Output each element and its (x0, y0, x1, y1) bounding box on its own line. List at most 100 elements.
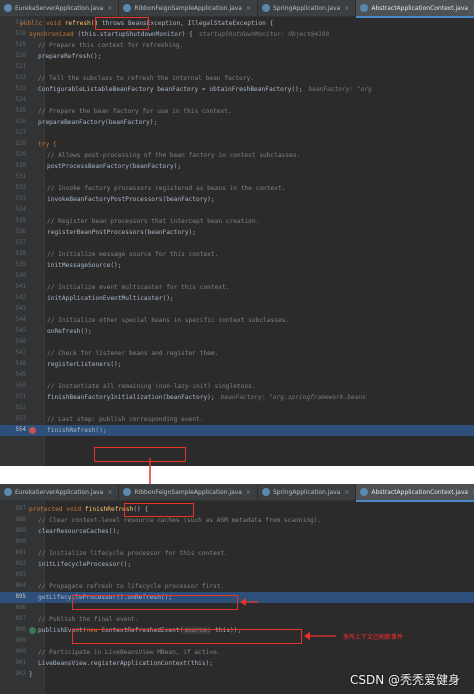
code-comment: // Initialize other special beans in spe… (47, 317, 290, 324)
code-line: 532 // Invoke factory processors register… (0, 183, 474, 194)
code-text: // Instantiate all remaining (non-lazy-i… (47, 381, 256, 392)
line-number: 533 (15, 196, 26, 202)
code-comment: // Prepare the bean factory for use in t… (38, 108, 232, 115)
code-text: clearResourceCaches(); (38, 526, 120, 537)
java-class-icon (4, 4, 12, 12)
code-comment: // Check for listener beans and register… (47, 350, 219, 357)
finish-refresh-sig-box (124, 503, 194, 517)
line-number: 530 (15, 163, 26, 169)
code-line: 549 (0, 370, 474, 381)
close-icon[interactable]: × (344, 5, 349, 12)
tab-label: AbstractApplicationContext.java (371, 4, 469, 12)
on-refresh-highlight-box (72, 595, 238, 610)
code-text: finishBeanFactoryInitialization(beanFact… (47, 392, 366, 403)
method-call: finishBeanFactoryInitialization(beanFact… (47, 394, 215, 401)
tab-3[interactable]: AbstractApplicationContext.java× (356, 484, 474, 502)
sync-expression: (this.startupShutdownMonitor) { (73, 31, 193, 38)
publish-event-annotation: 发布上下文已刷新事件 (343, 634, 404, 641)
tab-2[interactable]: SpringApplication.java × (258, 484, 357, 500)
code-text: // Initialize event multicaster for this… (47, 282, 230, 293)
java-class-icon (123, 4, 132, 12)
line-number: 887 (15, 506, 26, 512)
line-number: 545 (15, 328, 26, 334)
line-number: 890 (15, 539, 26, 545)
line-number: 898 (15, 627, 26, 633)
line-number: 902 (15, 671, 26, 677)
on-refresh-arrow (240, 598, 258, 606)
code-line: 548 registerListeners(); (0, 359, 474, 370)
code-line: 892 initLifecycleProcessor(); (0, 559, 474, 570)
close-icon[interactable]: × (107, 489, 112, 496)
close-icon[interactable]: × (107, 5, 112, 12)
finish-refresh-highlight-box (94, 447, 186, 462)
line-number: 520 (15, 53, 26, 59)
line-number: 528 (15, 141, 26, 147)
line-number: 542 (15, 295, 26, 301)
code-area[interactable]: 887 protected void finishRefresh() { 888 //… (0, 504, 474, 680)
code-line: 887 protected void finishRefresh() { (0, 504, 474, 515)
code-line: 554 finishRefresh(); (0, 425, 474, 436)
code-line: 542 initApplicationEventMulticaster(); (0, 293, 474, 304)
code-line: 526 prepareBeanFactory(beanFactory); (0, 117, 474, 128)
code-line: 545 onRefresh(); (0, 326, 474, 337)
close-icon[interactable]: × (246, 489, 251, 496)
tab-label: SpringApplication.java (272, 4, 341, 12)
code-line: 534 (0, 205, 474, 216)
tab-0[interactable]: EurekaServerApplication.java × (0, 0, 120, 16)
code-line: 522 // Tell the subclass to refresh the i… (0, 73, 474, 84)
line-number: 536 (15, 229, 26, 235)
tab-label: AbstractApplicationContext.java (371, 488, 469, 496)
code-line: 900 // Participate in LiveBeansView MBean… (0, 647, 474, 658)
tab-1[interactable]: RibbonFeignSampleApplication.java × (119, 484, 258, 500)
line-number: 552 (15, 405, 26, 411)
tab-0[interactable]: EurekaServerApplication.java × (0, 484, 120, 500)
code-comment: // Publish the final event. (38, 616, 139, 623)
breakpoint-icon[interactable] (29, 427, 36, 434)
code-line: 894 // Propagate refresh to lifecycle pro… (0, 581, 474, 592)
java-class-icon (4, 488, 12, 496)
line-number: 549 (15, 372, 26, 378)
modifier-keyword: protected void (29, 506, 85, 513)
close-icon[interactable]: × (344, 489, 349, 496)
line-number: 900 (15, 649, 26, 655)
tab-label: SpringApplication.java (272, 488, 341, 496)
line-number: 888 (15, 517, 26, 523)
tab-3[interactable]: AbstractApplicationContext.java× (356, 0, 474, 18)
code-line: 525 // Prepare the bean factory for use i… (0, 106, 474, 117)
code-line: 891 // Initialize lifecycle processor for… (0, 548, 474, 559)
method-call: registerBeanPostProcessors(beanFactory); (47, 229, 197, 236)
debug-inline-value: beanFactory: "org.springframework.beans (220, 394, 366, 401)
method-call: initLifecycleProcessor(); (38, 561, 132, 568)
code-line: 889 clearResourceCaches(); (0, 526, 474, 537)
code-line: 890 (0, 537, 474, 548)
tab-2[interactable]: SpringApplication.java × (258, 0, 357, 16)
line-number: 535 (15, 218, 26, 224)
code-comment: // Instantiate all remaining (non-lazy-i… (47, 383, 256, 390)
tab-label: RibbonFeignSampleApplication.java (134, 4, 242, 12)
code-text: // Prepare the bean factory for use in t… (38, 106, 232, 117)
code-line: 523 ConfigurableListableBeanFactory beanF… (0, 84, 474, 95)
code-comment: // Invoke factory processors registered … (47, 185, 286, 192)
code-line: 517 public void refresh() throws BeansExc… (0, 18, 474, 29)
code-line: 546 (0, 337, 474, 348)
watermark: CSDN @秃秃爱健身 (349, 673, 460, 687)
tab-1[interactable]: RibbonFeignSampleApplication.java × (119, 0, 258, 16)
code-area[interactable]: 517 public void refresh() throws BeansExc… (0, 18, 474, 436)
close-icon[interactable]: × (246, 5, 251, 12)
code-comment: // Participate in LiveBeansView MBean, i… (38, 649, 221, 656)
code-comment: // Propagate refresh to lifecycle proces… (38, 583, 225, 590)
method-call: initMessageSource(); (47, 262, 122, 269)
method-call: prepareBeanFactory(beanFactory); (38, 119, 158, 126)
code-text: // Invoke factory processors registered … (47, 183, 285, 194)
line-number: 529 (15, 152, 26, 158)
line-number: 524 (15, 97, 26, 103)
debug-inline-value: beanFactory: "org (308, 86, 372, 93)
code-text: finishRefresh(); (47, 425, 107, 436)
code-line: 550 // Instantiate all remaining (non-laz… (0, 381, 474, 392)
code-text: // Publish the final event. (38, 614, 139, 625)
code-text: initApplicationEventMulticaster(); (47, 293, 174, 304)
code-line: 533 invokeBeanFactoryPostProcessors(beanF… (0, 194, 474, 205)
editor-panel-finish-refresh: EurekaServerApplication.java × RibbonFeign… (0, 484, 474, 694)
method-breakpoint-icon[interactable] (29, 627, 36, 634)
code-comment: // Initialize lifecycle processor for th… (38, 550, 228, 557)
